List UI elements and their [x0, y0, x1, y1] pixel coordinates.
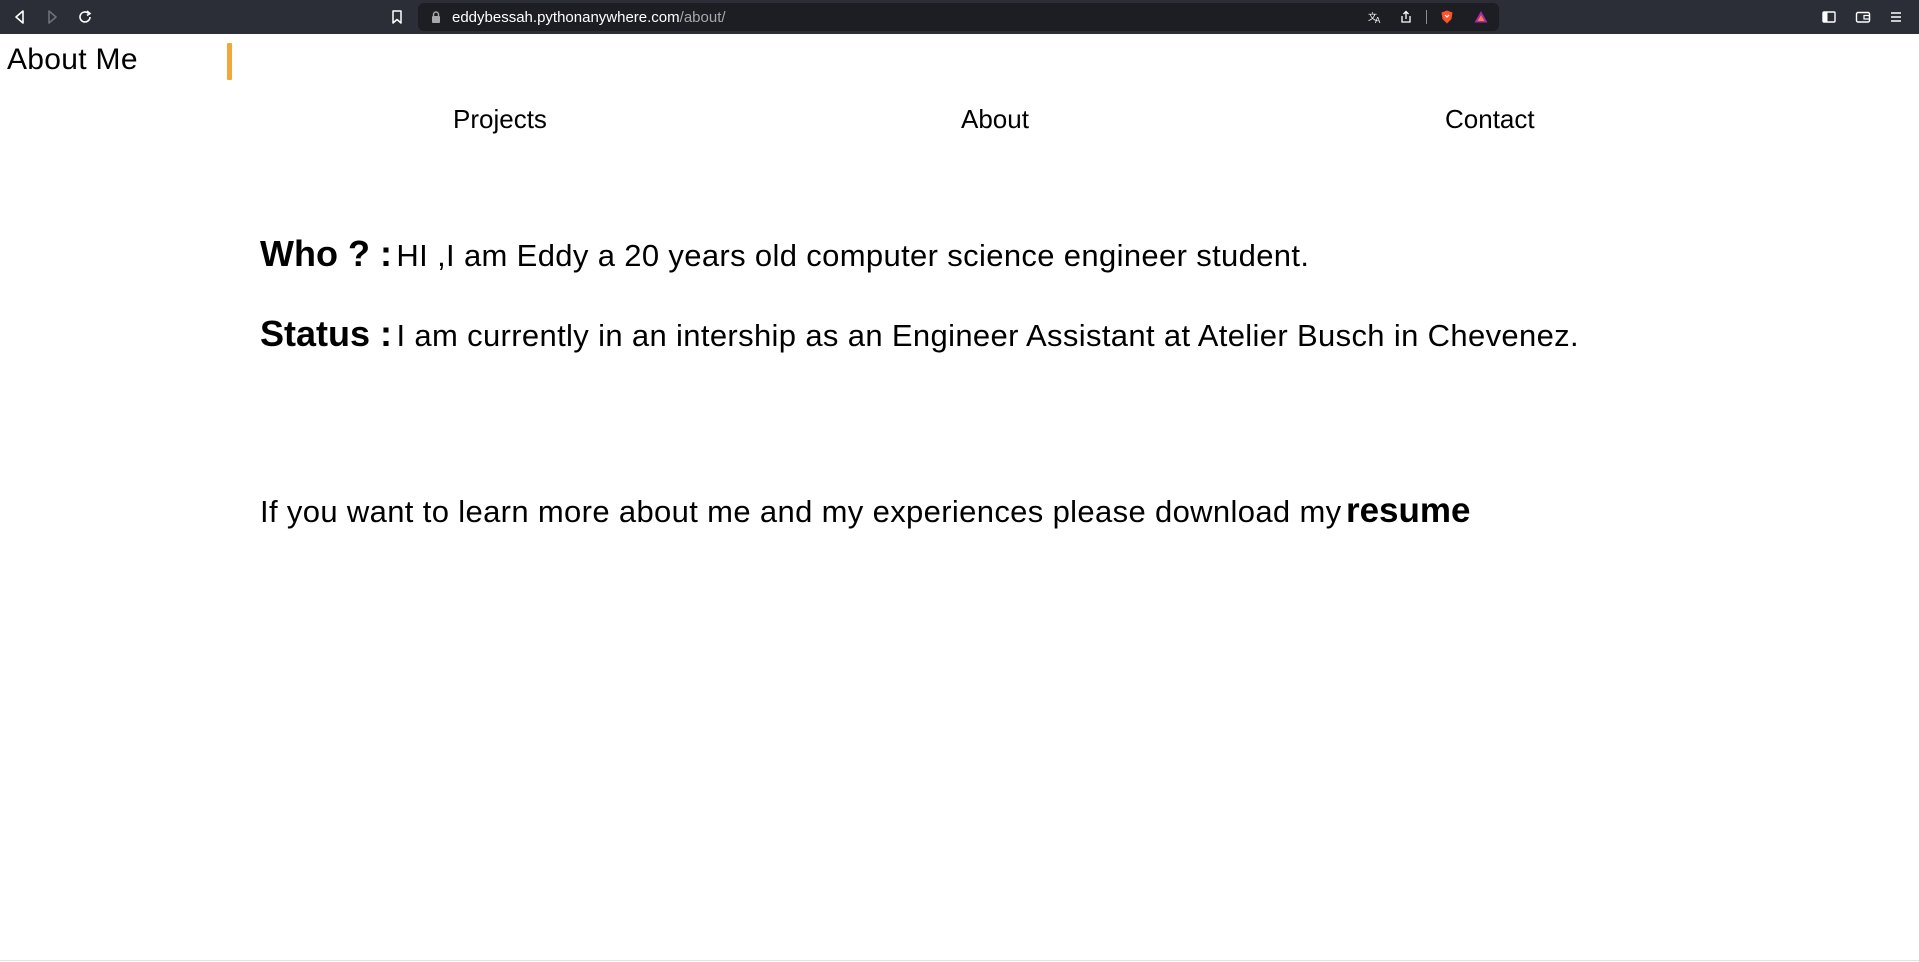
bookmark-icon[interactable]: [386, 6, 408, 28]
resume-download-link[interactable]: resume: [1346, 491, 1471, 530]
browser-toolbar: eddybessah.pythonanywhere.com/about/ 文A: [0, 0, 1919, 34]
url-text: eddybessah.pythonanywhere.com/about/: [452, 9, 726, 26]
back-icon[interactable]: [9, 6, 31, 28]
address-bar[interactable]: eddybessah.pythonanywhere.com/about/ 文A: [418, 3, 1499, 31]
status-label: Status :: [260, 313, 393, 354]
nav-link-about[interactable]: About: [961, 104, 1029, 135]
reload-icon[interactable]: [74, 6, 96, 28]
status-line: Status : I am currently in an intership …: [260, 313, 1579, 355]
url-host: eddybessah.pythonanywhere.com: [452, 9, 680, 26]
share-icon[interactable]: [1397, 8, 1415, 26]
brave-shield-icon[interactable]: [1438, 8, 1456, 26]
lock-icon: [427, 8, 445, 26]
who-line: Who ? : HI ,I am Eddy a 20 years old com…: [260, 233, 1309, 275]
who-text: HI ,I am Eddy a 20 years old computer sc…: [396, 238, 1310, 273]
bottom-divider: [0, 960, 1919, 961]
who-label: Who ? :: [260, 233, 392, 274]
wallet-icon[interactable]: [1852, 6, 1874, 28]
forward-icon[interactable]: [41, 6, 63, 28]
nav-link-contact[interactable]: Contact: [1445, 104, 1535, 135]
menu-icon[interactable]: [1885, 6, 1907, 28]
svg-text:A: A: [1375, 16, 1381, 24]
translate-icon[interactable]: 文A: [1366, 8, 1384, 26]
page-title: About Me: [7, 43, 138, 76]
title-accent-bar: [227, 43, 232, 80]
url-divider: [1426, 10, 1427, 24]
nav-link-projects[interactable]: Projects: [453, 104, 547, 135]
resume-prompt: If you want to learn more about me and m…: [260, 494, 1342, 529]
brave-rewards-icon[interactable]: [1472, 8, 1490, 26]
sidebar-icon[interactable]: [1818, 6, 1840, 28]
url-path: /about/: [679, 9, 726, 26]
status-text: I am currently in an intership as an Eng…: [396, 318, 1580, 353]
resume-line: If you want to learn more about me and m…: [260, 491, 1471, 531]
